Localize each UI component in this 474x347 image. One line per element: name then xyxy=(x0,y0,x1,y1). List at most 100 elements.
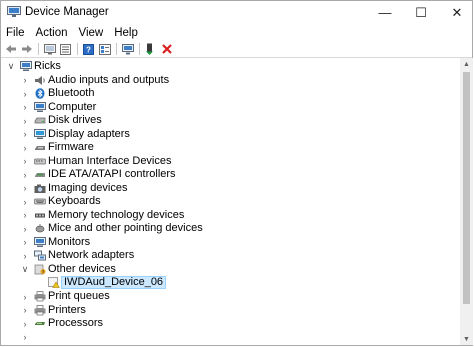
tree-item-keyboards[interactable]: › Keyboards xyxy=(2,195,460,208)
tree-item-device-selected[interactable]: IWDAud_Device_06 xyxy=(2,275,460,290)
tree-item-firmware[interactable]: › Firmware xyxy=(2,141,460,154)
back-arrow-icon xyxy=(5,45,16,53)
minimize-button[interactable]: — xyxy=(367,1,403,24)
tree-item-label: IDE ATA/ATAPI controllers xyxy=(48,168,176,180)
menu-view[interactable]: View xyxy=(73,27,109,39)
menu-action[interactable]: Action xyxy=(30,27,73,39)
tree-item-label: IWDAud_Device_06 xyxy=(61,276,167,289)
chevron-right-icon[interactable]: › xyxy=(21,251,29,261)
chevron-right-icon[interactable]: › xyxy=(21,156,29,166)
chevron-right-icon[interactable]: › xyxy=(21,102,29,112)
menu-help[interactable]: Help xyxy=(108,27,143,39)
uninstall-device-button[interactable] xyxy=(160,43,173,55)
maximize-button[interactable]: ☐ xyxy=(403,1,439,24)
forward-button[interactable] xyxy=(20,43,33,55)
tree-item-disk-drives[interactable]: › Disk drives xyxy=(2,114,460,127)
tree-item-print-queues[interactable]: › Print queues xyxy=(2,290,460,303)
chevron-right-icon[interactable]: › xyxy=(21,332,29,342)
tree-item-bluetooth[interactable]: › Bluetooth xyxy=(2,87,460,100)
tree-item-network[interactable]: › Network adapters xyxy=(2,249,460,262)
tree-item-label: Other devices xyxy=(48,262,116,275)
chevron-down-icon[interactable]: ∨ xyxy=(7,61,15,71)
unknown-device-icon: ? xyxy=(34,264,46,274)
chevron-right-icon[interactable]: › xyxy=(21,197,29,207)
chevron-right-icon[interactable]: › xyxy=(21,129,29,139)
properties-button[interactable] xyxy=(59,43,72,55)
tree-item-label: Mice and other pointing devices xyxy=(48,222,203,234)
chevron-right-icon[interactable]: › xyxy=(21,75,29,85)
scan-hardware-button[interactable] xyxy=(121,43,134,55)
tree-item-label: Disk drives xyxy=(48,114,102,126)
chevron-right-icon[interactable]: › xyxy=(21,183,29,193)
tree-item-audio[interactable]: › Audio inputs and outputs xyxy=(2,74,460,87)
tree-root-label: Ricks xyxy=(34,60,61,72)
tree-item-computer[interactable]: › Computer xyxy=(2,101,460,114)
tree-item-display-adapters[interactable]: › Display adapters xyxy=(2,128,460,141)
tree-item-printers[interactable]: › Printers xyxy=(2,304,460,317)
computer-icon xyxy=(20,61,32,71)
minimize-icon: — xyxy=(378,5,392,20)
hid-icon xyxy=(34,158,46,164)
enable-device-icon xyxy=(146,43,153,55)
uninstall-icon xyxy=(161,44,172,54)
tree-item-label: Computer xyxy=(48,100,97,113)
tree-item-monitors[interactable]: › Monitors xyxy=(2,236,460,249)
toolbar-separator xyxy=(139,43,140,55)
device-tree: ∨ Ricks › Audio inputs and outputs › Blu… xyxy=(2,58,460,344)
tree-item-imaging[interactable]: › Imaging devices xyxy=(2,182,460,195)
tree-item-hid[interactable]: › Human Interface Devices xyxy=(2,155,460,168)
scan-hardware-icon xyxy=(121,43,134,54)
bluetooth-icon xyxy=(35,88,45,99)
chevron-right-icon[interactable]: › xyxy=(21,89,29,99)
tree-item-other-devices[interactable]: ∨ ? Other devices xyxy=(2,263,460,276)
tree-root[interactable]: ∨ Ricks xyxy=(2,60,460,73)
chevron-down-icon[interactable]: ∨ xyxy=(21,264,29,274)
chevron-right-icon[interactable]: › xyxy=(21,319,29,329)
device-manager-window: Device Manager — ☐ ✕ File Action View He… xyxy=(0,0,473,346)
window-title: Device Manager xyxy=(25,6,109,18)
device-list-button[interactable] xyxy=(98,43,111,55)
chevron-right-icon[interactable]: › xyxy=(21,143,29,153)
close-icon: ✕ xyxy=(451,4,463,20)
tree-item-memory[interactable]: › Memory technology devices xyxy=(2,209,460,222)
vertical-scrollbar[interactable]: ▲ ▼ xyxy=(460,58,473,345)
properties-icon xyxy=(60,43,71,55)
monitor-icon xyxy=(34,236,46,247)
tree-item-mice[interactable]: › Mice and other pointing devices xyxy=(2,222,460,235)
tree-item-label: Imaging devices xyxy=(48,181,128,194)
toolbar-separator xyxy=(77,43,78,55)
chevron-right-icon[interactable]: › xyxy=(21,116,29,126)
scroll-thumb[interactable] xyxy=(463,72,470,304)
help-button[interactable]: ? xyxy=(82,43,95,55)
tree-item-processors[interactable]: › Processors xyxy=(2,317,460,330)
tree-item-label: Print queues xyxy=(48,290,110,302)
scroll-up-icon[interactable]: ▲ xyxy=(460,58,473,70)
close-button[interactable]: ✕ xyxy=(439,1,474,24)
help-icon: ? xyxy=(83,43,94,55)
scroll-down-icon[interactable]: ▼ xyxy=(460,333,473,345)
maximize-icon: ☐ xyxy=(415,4,427,20)
enable-device-button[interactable] xyxy=(144,43,157,55)
menu-file[interactable]: File xyxy=(1,27,30,39)
computer-view-button[interactable] xyxy=(43,43,56,55)
tree-item-ide[interactable]: › IDE ATA/ATAPI controllers xyxy=(2,168,460,181)
chevron-right-icon[interactable]: › xyxy=(21,292,29,302)
title-bar[interactable]: Device Manager — ☐ ✕ xyxy=(1,1,472,24)
chevron-right-icon[interactable]: › xyxy=(21,305,29,315)
chevron-right-icon[interactable]: › xyxy=(21,210,29,220)
svg-text:?: ? xyxy=(86,45,91,54)
chevron-right-icon[interactable]: › xyxy=(21,224,29,234)
toolbar: ? xyxy=(1,41,472,57)
computer-view-icon xyxy=(43,43,56,54)
disk-drive-icon xyxy=(34,117,46,124)
firmware-icon xyxy=(35,146,45,150)
toolbar-separator xyxy=(38,43,39,55)
tree-item-partial[interactable]: › xyxy=(2,331,460,344)
printer-icon xyxy=(34,304,46,315)
printer-icon xyxy=(34,291,46,302)
forward-arrow-icon xyxy=(21,45,32,53)
chevron-right-icon[interactable]: › xyxy=(21,170,29,180)
chevron-right-icon[interactable]: › xyxy=(21,237,29,247)
device-list-icon xyxy=(98,43,111,55)
back-button[interactable] xyxy=(4,43,17,55)
